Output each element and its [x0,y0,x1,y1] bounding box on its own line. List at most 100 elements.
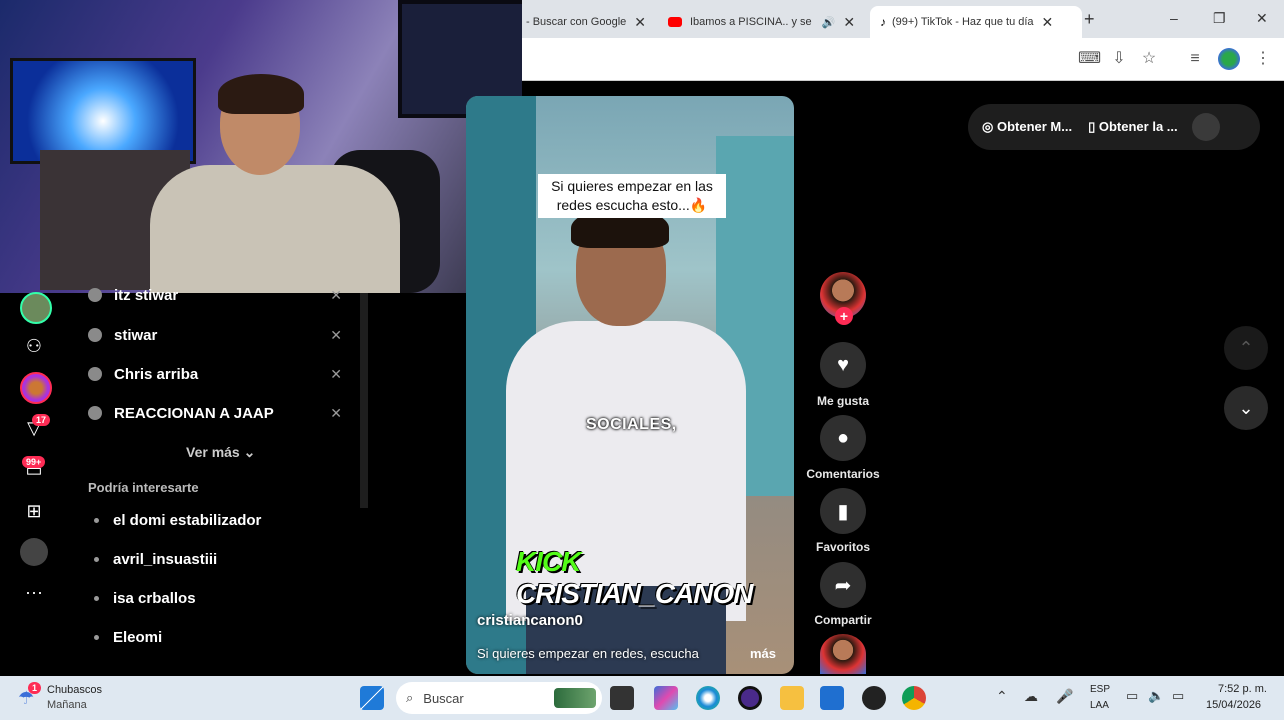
clock-icon [88,288,102,302]
friends-icon[interactable]: ⚇ [20,332,48,360]
taskbar-search[interactable]: ⌕ Buscar [396,682,602,714]
live-icon[interactable] [20,372,52,404]
get-app-pill: ◎ Obtener M... ▯ Obtener la ... [968,104,1260,150]
suggestion-item[interactable]: avril_insuastiii [94,551,217,568]
install-icon[interactable]: ⇩ [1108,48,1130,70]
copilot-icon[interactable] [654,686,678,710]
clock-icon [88,328,102,342]
mic-icon[interactable]: 🎤 [1056,688,1073,705]
see-more-button[interactable]: Ver más ⌄ [186,444,255,461]
task-view-icon[interactable] [610,686,634,710]
clock-icon [88,406,102,420]
new-tab-button[interactable]: + [1084,9,1095,30]
obs-icon[interactable] [738,686,762,710]
battery-icon[interactable]: ▭ [1172,688,1184,704]
close-icon[interactable]: ✕ [1042,14,1054,31]
previous-video-button[interactable]: ⌃ [1224,326,1268,370]
video-player[interactable]: Si quieres empezar en las redes escucha … [466,96,794,674]
tiktok-app-icon[interactable] [862,686,886,710]
comments-button[interactable]: ● [820,415,866,461]
translate-icon[interactable]: ⌨ [1078,48,1101,70]
heart-icon: ♥ [837,353,849,376]
phone-icon: ▯ [1088,119,1096,134]
app-icon: ◎ [982,119,994,134]
following-avatar-icon[interactable] [20,292,52,324]
comments-label: Comentarios [806,467,880,481]
close-window-button[interactable]: ✕ [1256,10,1268,27]
windows-taskbar [0,676,1284,720]
next-video-button[interactable]: ⌄ [1224,386,1268,430]
restore-button[interactable]: ❐ [1213,10,1226,27]
search-icon: ⌕ [406,690,414,705]
weather-title: Chubascos [47,684,103,696]
video-subtitle: SOCIALES, [586,416,677,433]
clock-time[interactable]: 7:52 p. m. [1218,683,1267,695]
suggestion-item[interactable]: Eleomi [94,629,162,646]
network-icon[interactable]: ▭ [1126,688,1138,704]
favorites-button[interactable]: ▮ [820,488,866,534]
suggestion-item[interactable]: isa crballos [94,590,196,607]
streamer [140,74,410,293]
address-bar[interactable] [522,38,1284,81]
clock-date[interactable]: 15/04/2026 [1206,699,1261,711]
close-icon[interactable]: ✕ [843,14,855,31]
volume-icon[interactable]: 🔈 [1148,688,1164,704]
tab-tiktok[interactable]: ♪ (99+) TikTok - Haz que tu día ✕ [870,6,1082,38]
follow-plus-icon[interactable]: + [835,307,853,325]
remove-icon[interactable]: ✕ [330,405,342,422]
history-item[interactable]: REACCIONAN A JAAP ✕ [88,401,348,425]
cloud-icon[interactable]: ☁ [1024,688,1038,705]
profile-avatar[interactable] [1218,48,1240,70]
history-item[interactable]: stiwar ✕ [88,323,348,347]
history-item[interactable]: Chris arriba ✕ [88,362,348,386]
history-item[interactable]: itz stiwar ✕ [88,286,348,304]
profile-icon[interactable] [20,538,48,566]
remove-icon[interactable]: ✕ [330,327,342,344]
user-avatar[interactable] [1191,113,1220,141]
more-icon[interactable]: ··· [20,578,48,606]
chevron-down-icon: ⌄ [243,444,256,460]
remove-icon[interactable]: ✕ [330,287,342,304]
kick-banner: KICK CRISTIAN_CANON [516,546,753,609]
video-description: Si quieres empezar en redes, escucha [477,646,699,661]
close-icon[interactable]: ✕ [634,14,646,31]
get-mobile-button[interactable]: ▯ Obtener la ... [1088,119,1178,135]
bookmark-star-icon[interactable]: ☆ [1138,48,1160,70]
menu-icon[interactable]: ⋮ [1252,48,1274,70]
tab-youtube[interactable]: Ibamos a PISCINA.. y se 🔊 ✕ [668,6,860,38]
show-hidden-icons[interactable]: ⌃ [996,688,1008,705]
tiktok-icon: ♪ [880,15,886,29]
reading-list-icon[interactable]: ≡ [1184,48,1206,70]
speaker-icon[interactable]: 🔊 [822,16,836,29]
more-link[interactable]: más [750,646,776,661]
chrome-icon[interactable] [902,686,926,710]
like-button[interactable]: ♥ [820,342,866,388]
share-button[interactable]: ➦ [820,562,866,608]
store-icon[interactable] [820,686,844,710]
share-label: Compartir [814,613,872,627]
file-explorer-icon[interactable] [780,686,804,710]
suggestions-title: Podría interesarte [88,480,199,495]
start-icon[interactable] [360,686,384,710]
edge-icon[interactable] [696,686,720,710]
music-avatar[interactable] [820,634,866,674]
language-bottom[interactable]: LAA [1090,700,1109,711]
comment-icon: ● [836,426,850,449]
get-app-button[interactable]: ◎ Obtener M... [982,119,1072,135]
language-top[interactable]: ESP [1090,684,1110,695]
inbox-badge: 99+ [22,456,46,468]
search-highlight-icon [554,688,596,708]
remove-icon[interactable]: ✕ [330,366,342,383]
suggestion-item[interactable]: el domi estabilizador [94,512,261,529]
video-author[interactable]: cristiancanon0 [477,612,583,629]
webcam-overlay [0,0,522,293]
sidebar-scrollbar[interactable] [360,293,368,508]
upload-icon[interactable]: ⊞ [20,497,48,525]
clock-icon [88,367,102,381]
activity-badge: 17 [32,414,51,426]
weather-sub: Mañana [47,699,87,711]
bookmark-icon: ▮ [837,500,849,523]
like-label: Me gusta [816,394,869,408]
tab-google[interactable]: - Buscar con Google ✕ [526,6,658,38]
minimize-button[interactable]: – [1170,10,1178,26]
